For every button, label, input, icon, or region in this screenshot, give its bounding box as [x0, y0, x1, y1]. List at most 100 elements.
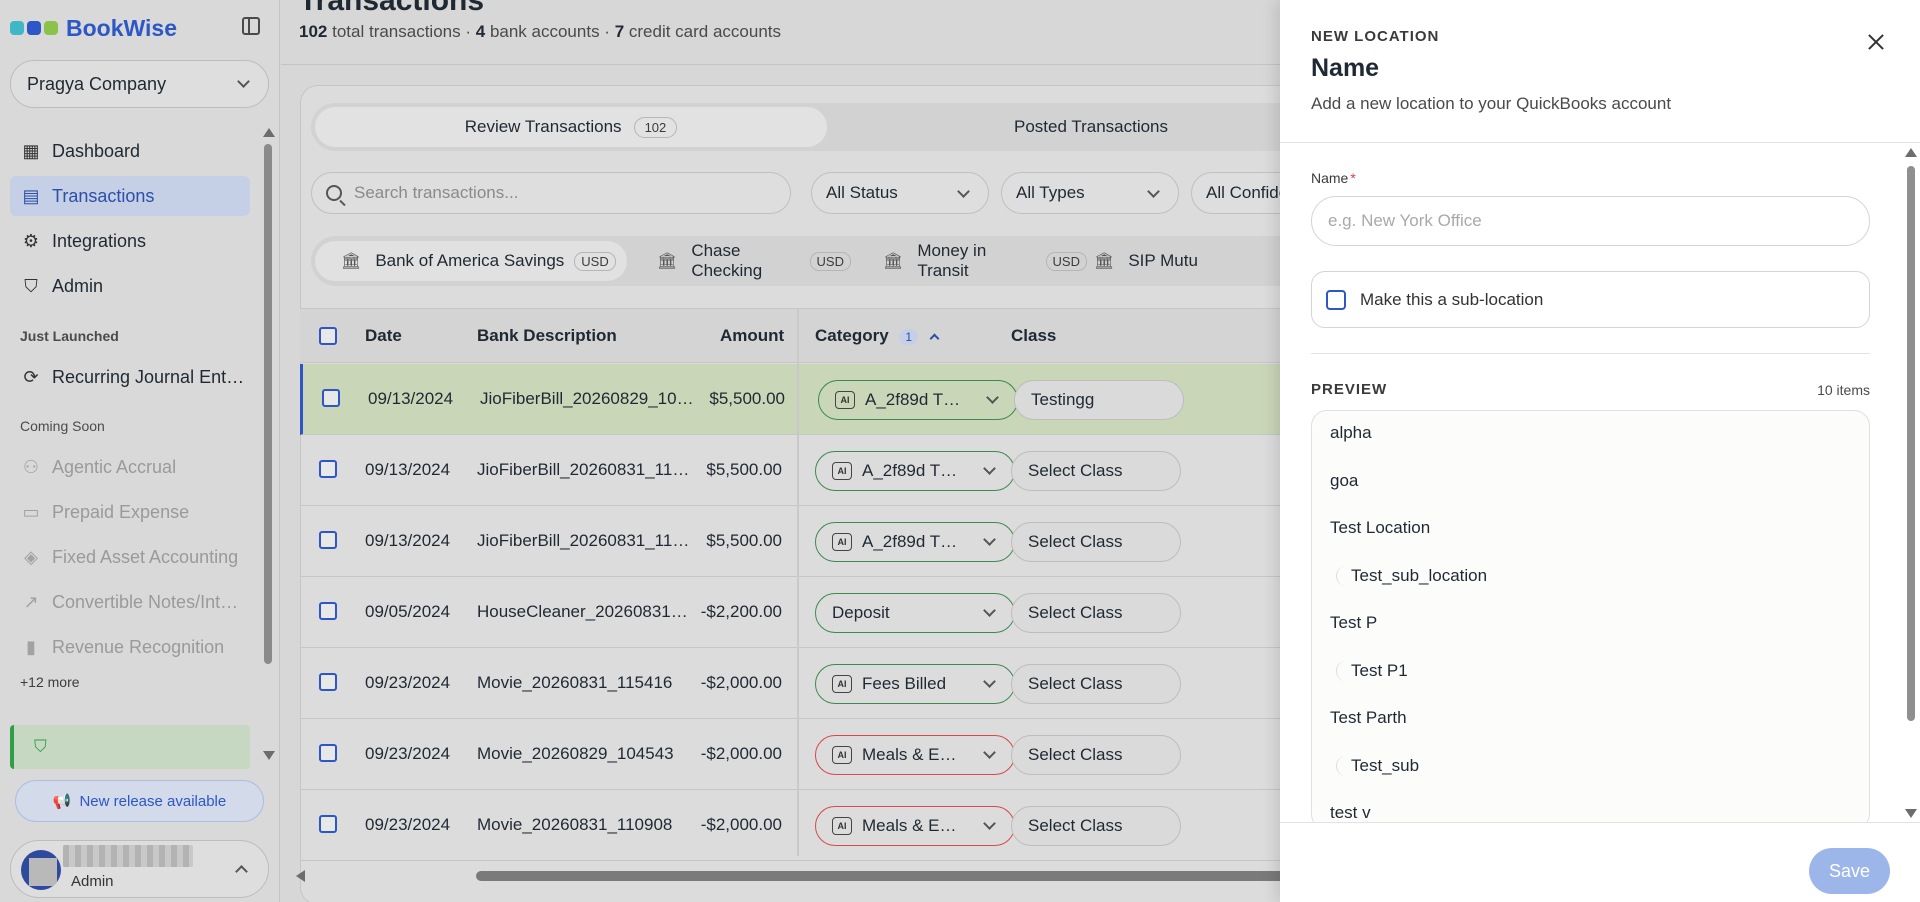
category-select[interactable]: AI A_2f89d T…: [815, 522, 1015, 562]
account-tab-bank-of-america[interactable]: 🏛 Bank of America Savings USD: [315, 241, 627, 281]
drawer-scrollbar[interactable]: [1905, 148, 1917, 818]
user-role: Admin: [71, 873, 114, 890]
tab-label: Review Transactions: [464, 117, 622, 136]
category-select[interactable]: AI Fees Billed: [815, 664, 1015, 704]
row-checkbox[interactable]: [322, 389, 340, 407]
bank-icon: 🏛: [1094, 253, 1115, 270]
ai-icon: AI: [835, 391, 855, 409]
more-link[interactable]: +12 more: [20, 674, 80, 690]
bank-icon: 🏛: [341, 253, 362, 270]
scrollbar-thumb[interactable]: [476, 871, 1296, 881]
row-checkbox[interactable]: [319, 460, 337, 478]
account-tab-money-in-transit[interactable]: 🏛 Money in Transit USD: [857, 241, 1087, 281]
col-amount[interactable]: Amount: [720, 326, 784, 346]
row-date: 09/13/2024: [368, 389, 454, 408]
chevron-down-icon: [237, 75, 250, 88]
currency-badge: USD: [574, 251, 616, 271]
class-select[interactable]: Select Class: [1011, 593, 1181, 633]
row-date: 09/13/2024: [365, 460, 451, 479]
sidebar-item-dashboard[interactable]: ▦ Dashboard: [10, 131, 250, 171]
new-release-button[interactable]: 📢 New release available: [15, 780, 264, 822]
sidebar-item-agentic-accrual: ⚇ Agentic Accrual: [10, 447, 250, 487]
ai-icon: AI: [832, 533, 852, 551]
location-name-field[interactable]: [1311, 196, 1870, 246]
row-checkbox[interactable]: [319, 531, 337, 549]
category-select[interactable]: AI Meals & E…: [815, 806, 1015, 846]
col-bank-description[interactable]: Bank Description: [477, 326, 617, 346]
promo-card[interactable]: ⛉: [10, 725, 250, 769]
ai-icon: AI: [832, 746, 852, 764]
scroll-up-icon[interactable]: [263, 128, 275, 137]
class-select[interactable]: Testingg: [1014, 380, 1184, 420]
account-tab-chase-checking[interactable]: 🏛 Chase Checking USD: [631, 241, 851, 281]
dashboard-icon: ▦: [22, 140, 40, 161]
class-select[interactable]: Select Class: [1011, 806, 1181, 846]
chevron-down-icon: [983, 675, 996, 688]
row-description: Movie_20260831_115416: [477, 673, 673, 692]
ai-icon: AI: [832, 462, 852, 480]
trend-icon: ↗: [23, 591, 39, 612]
sidebar-item-admin[interactable]: ⛉ Admin: [10, 266, 250, 306]
preview-list[interactable]: alpha goa Test Location Test_sub_location Te…: [1311, 410, 1870, 830]
user-menu[interactable]: Admin: [10, 840, 269, 898]
sidebar-collapse-icon[interactable]: [242, 17, 260, 35]
sub-location-checkbox[interactable]: [1326, 289, 1346, 310]
category-value: Meals & E…: [862, 816, 957, 835]
preview-label: PREVIEW: [1311, 381, 1388, 398]
save-button[interactable]: Save: [1809, 848, 1890, 894]
col-category[interactable]: Category 1: [815, 326, 940, 346]
category-select[interactable]: AI Meals & E…: [815, 735, 1015, 775]
sidebar-item-recurring-journal[interactable]: ⟳ Recurring Journal Ent…: [10, 357, 250, 397]
ai-icon: AI: [832, 817, 852, 835]
row-amount: $5,500.00: [709, 389, 785, 408]
class-select[interactable]: Select Class: [1011, 735, 1181, 775]
class-select[interactable]: Select Class: [1011, 522, 1181, 562]
sub-location-option[interactable]: Make this a sub-location: [1311, 271, 1870, 328]
page-summary: 102 total transactions · 4 bank accounts…: [299, 22, 782, 41]
scroll-down-icon[interactable]: [1905, 809, 1917, 818]
row-checkbox[interactable]: [319, 744, 337, 762]
category-select[interactable]: Deposit: [815, 593, 1015, 633]
tab-posted-transactions[interactable]: Posted Transactions: [831, 107, 1351, 147]
category-select[interactable]: AI A_2f89d T…: [815, 451, 1015, 491]
scroll-down-icon[interactable]: [263, 751, 275, 760]
filter-value: All Types: [1016, 183, 1085, 202]
scroll-left-icon[interactable]: [296, 870, 305, 882]
sidebar-item-integrations[interactable]: ⚙ Integrations: [10, 221, 250, 261]
sidebar-item-transactions[interactable]: ▤ Transactions: [10, 176, 250, 216]
tab-review-transactions[interactable]: Review Transactions 102: [315, 107, 827, 147]
col-date[interactable]: Date: [365, 326, 402, 346]
sidebar-scrollbar[interactable]: [263, 128, 275, 760]
row-checkbox[interactable]: [319, 815, 337, 833]
company-selector[interactable]: Pragya Company: [10, 60, 269, 108]
account-tab-sip-mutual[interactable]: 🏛 SIP Mutu: [1068, 241, 1248, 281]
scrollbar-thumb[interactable]: [1907, 166, 1915, 721]
row-date: 09/23/2024: [365, 744, 451, 763]
class-value: Select Class: [1028, 674, 1123, 693]
row-description: JioFiberBill_20260831_11…: [477, 460, 690, 479]
category-value: A_2f89d T…: [865, 390, 961, 409]
preview-sub-location: Test_sub_location: [1336, 565, 1487, 586]
row-checkbox[interactable]: [319, 602, 337, 620]
category-value: Fees Billed: [862, 674, 947, 693]
search-input[interactable]: [354, 183, 754, 203]
row-checkbox[interactable]: [319, 673, 337, 691]
col-class[interactable]: Class: [1011, 326, 1056, 346]
scrollbar-thumb[interactable]: [264, 144, 272, 664]
select-all-checkbox[interactable]: [319, 327, 337, 345]
name-field-label: Name *: [1311, 170, 1356, 186]
scroll-up-icon[interactable]: [1905, 148, 1917, 157]
category-select[interactable]: AI A_2f89d T…: [818, 380, 1018, 420]
chevron-down-icon: [986, 391, 999, 404]
close-icon[interactable]: [1864, 30, 1888, 54]
filter-value: All Status: [826, 183, 898, 202]
status-filter[interactable]: All Status: [811, 172, 989, 214]
refresh-icon: ⟳: [23, 366, 39, 387]
search-box[interactable]: [311, 172, 791, 214]
column-divider[interactable]: [797, 308, 799, 856]
brand-logo[interactable]: BookWise: [10, 14, 177, 42]
class-select[interactable]: Select Class: [1011, 664, 1181, 704]
preview-location: goa: [1330, 470, 1359, 490]
type-filter[interactable]: All Types: [1001, 172, 1179, 214]
class-select[interactable]: Select Class: [1011, 451, 1181, 491]
